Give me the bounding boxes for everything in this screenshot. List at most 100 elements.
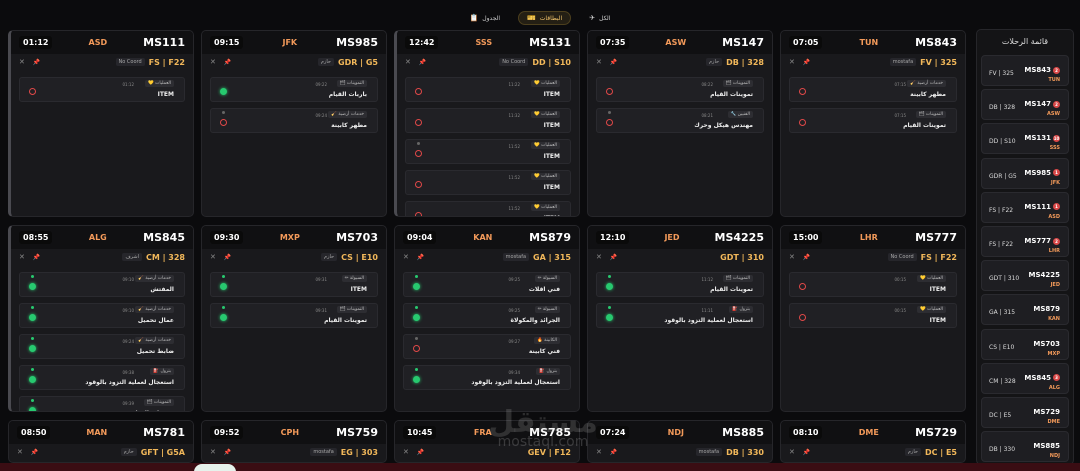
flight-card[interactable]: 07:35 ASW MS147 ✕ 📌 حازم DB | 328 08:22 🗂 التموي… — [587, 30, 773, 217]
flight-card[interactable]: 08:55 ALG MS845 ✕ 📌 اشرف CM | 328 09:10 🧹 خدمات … — [8, 225, 194, 412]
close-icon[interactable]: ✕ — [405, 58, 411, 66]
task-status-dot[interactable] — [413, 314, 420, 321]
sidebar-flight-item[interactable]: GDR | G5 MS985 1 JFK — [981, 157, 1069, 189]
close-icon[interactable]: ✕ — [19, 58, 25, 66]
flight-card[interactable]: 09:04 KAN MS879 ✕ 📌 mostafa GA | 315 09:25 ✏ الس… — [394, 225, 580, 412]
close-icon[interactable]: ✕ — [403, 253, 409, 261]
task-status-dot[interactable] — [413, 376, 420, 383]
close-icon[interactable]: ✕ — [596, 448, 602, 456]
pin-icon[interactable]: 📌 — [224, 254, 231, 261]
sidebar-flight-item[interactable]: DB | 330 MS885 NDJ — [981, 431, 1069, 463]
pin-icon[interactable]: 📌 — [419, 59, 426, 66]
close-icon[interactable]: ✕ — [210, 253, 216, 261]
pin-icon[interactable]: 📌 — [417, 449, 424, 456]
task-status-dot[interactable] — [415, 119, 422, 126]
task-row[interactable]: 09:10 🧹 خدمات أرضية المفتش — [19, 272, 185, 297]
close-icon[interactable]: ✕ — [403, 448, 409, 456]
pin-icon[interactable]: 📌 — [33, 254, 40, 261]
close-icon[interactable]: ✕ — [210, 448, 216, 456]
task-status-dot[interactable] — [799, 119, 806, 126]
task-row[interactable]: 09:38 ⛽ بترول استعجال لعملية التزود بالوقو… — [19, 365, 185, 390]
close-icon[interactable]: ✕ — [17, 448, 23, 456]
task-row[interactable]: 00:15 💛 العمليات ITEM — [789, 272, 957, 297]
pin-icon[interactable]: 📌 — [224, 449, 231, 456]
close-icon[interactable]: ✕ — [596, 253, 602, 261]
task-row[interactable]: 07:15 🗂 التموينات تموينات القيام — [789, 108, 957, 133]
close-icon[interactable]: ✕ — [596, 58, 602, 66]
sidebar-flight-item[interactable]: DC | E5 MS729 DME — [981, 397, 1069, 428]
pin-icon[interactable]: 📌 — [610, 254, 617, 261]
task-row[interactable]: 11:52 💛 العمليات ITEM — [405, 201, 571, 216]
pin-icon[interactable]: 📌 — [610, 449, 617, 456]
sidebar-flight-item[interactable]: FS | F22 MS777 2 LHR — [981, 226, 1069, 257]
task-status-dot[interactable] — [29, 88, 36, 95]
sidebar-flight-item[interactable]: CS | E10 MS703 MXP — [981, 328, 1069, 360]
pin-icon[interactable]: 📌 — [31, 449, 38, 456]
task-row[interactable]: 11:12 🗂 التموينات تموينات القيام — [596, 272, 764, 297]
task-row[interactable]: 09:10 🧹 خدمات أرضية عمال تحميل — [19, 303, 185, 328]
pin-icon[interactable]: 📌 — [803, 449, 810, 456]
sidebar-flight-item[interactable]: FV | 325 MS843 2 TUN — [981, 55, 1069, 86]
task-status-dot[interactable] — [413, 345, 420, 352]
task-status-dot[interactable] — [29, 283, 36, 290]
nav-tab-1[interactable]: 🎫 البطاقات — [518, 11, 572, 25]
task-row[interactable]: 11:22 💛 العمليات ITEM — [405, 77, 571, 102]
task-row[interactable]: 09:34 ⛽ بترول استعجال لعملية التزود بالوقو… — [403, 365, 571, 390]
pin-icon[interactable]: 📌 — [610, 59, 617, 66]
close-icon[interactable]: ✕ — [789, 253, 795, 261]
flight-card[interactable]: 01:12 ASD MS111 ✕ 📌 No Coord FS | F22 01:12 💛 ال… — [8, 30, 194, 217]
task-row[interactable]: 09:25 ✏ السيولة الجرائد والمكولاة — [403, 303, 571, 328]
flight-card[interactable]: 09:30 MXP MS703 ✕ 📌 حازم CS | E10 09:31 ✏ السيول… — [201, 225, 387, 412]
flight-card[interactable]: 15:00 LHR MS777 ✕ 📌 No Coord FS | F22 00:15 💛 ال… — [780, 225, 966, 412]
task-row[interactable]: 11:32 💛 العمليات ITEM — [405, 108, 571, 133]
flight-card[interactable]: 08:50 MAN MS781 ✕ 📌 حازم GFT | G5A — [8, 420, 194, 463]
task-row[interactable]: 11:11 ⛽ بترول استعجال لعملية التزود بالوقو… — [596, 303, 764, 328]
task-status-dot[interactable] — [606, 119, 613, 126]
task-status-dot[interactable] — [415, 212, 422, 216]
pin-icon[interactable]: 📌 — [224, 59, 231, 66]
task-row[interactable]: 09:22 🗂 التموينات باربات القيام — [210, 77, 378, 102]
task-row[interactable]: 08:22 🗂 التموينات تموينات القيام — [596, 77, 764, 102]
task-status-dot[interactable] — [415, 181, 422, 188]
close-icon[interactable]: ✕ — [19, 253, 25, 261]
task-status-dot[interactable] — [29, 376, 36, 383]
sidebar-flight-item[interactable]: DD | S10 MS131 10 SSS — [981, 123, 1069, 155]
task-status-dot[interactable] — [220, 283, 227, 290]
task-row[interactable]: 11:52 💛 العمليات ITEM — [405, 170, 571, 195]
task-status-dot[interactable] — [413, 283, 420, 290]
task-status-dot[interactable] — [606, 88, 613, 95]
sidebar-flight-item[interactable]: CM | 328 MS845 3 ALG — [981, 362, 1069, 394]
task-row[interactable]: 11:52 💛 العمليات ITEM — [405, 139, 571, 164]
task-status-dot[interactable] — [606, 283, 613, 290]
task-row[interactable]: 09:27 🔥 الكابينة فني كابينة — [403, 334, 571, 359]
task-row[interactable]: 09:24 🧹 خدمات أرضية ضابط تحميل — [19, 334, 185, 359]
close-icon[interactable]: ✕ — [789, 448, 795, 456]
flight-card[interactable]: 09:15 JFK MS985 ✕ 📌 حازم GDR | G5 09:22 🗂 التموي… — [201, 30, 387, 217]
pin-icon[interactable]: 📌 — [803, 59, 810, 66]
task-row[interactable]: 00:15 💛 العمليات ITEM — [789, 303, 957, 328]
task-status-dot[interactable] — [415, 88, 422, 95]
pin-icon[interactable]: 📌 — [803, 254, 810, 261]
nav-tab-2[interactable]: ✈ الكل — [581, 11, 618, 25]
sidebar-flight-item[interactable]: GA | 315 MS879 KAN — [981, 294, 1069, 326]
sidebar-flight-item[interactable]: GDT | 310 MS4225 JED — [981, 260, 1069, 292]
task-status-dot[interactable] — [29, 314, 36, 321]
task-status-dot[interactable] — [29, 345, 36, 352]
task-row[interactable]: 09:39 🗂 التموينات تموينات القيام — [19, 396, 185, 411]
flight-card[interactable]: 07:24 NDJ MS885 ✕ 📌 mostafa DB | 330 — [587, 420, 773, 463]
flight-card[interactable]: 10:45 FRA MS785 ✕ 📌 GEV | F12 — [394, 420, 580, 463]
sidebar-flight-item[interactable]: FS | F22 MS111 1 ASD — [981, 191, 1069, 223]
task-row[interactable]: 07:15 🧹 خدمات أرضية مطهر كابينة — [789, 77, 957, 102]
flight-card[interactable]: 09:52 CPH MS759 ✕ 📌 mostafa EG | 303 — [201, 420, 387, 463]
close-icon[interactable]: ✕ — [789, 58, 795, 66]
sidebar-flight-item[interactable]: DB | 328 MS147 2 ASW — [981, 89, 1069, 121]
task-status-dot[interactable] — [220, 314, 227, 321]
task-status-dot[interactable] — [29, 407, 36, 411]
task-status-dot[interactable] — [799, 283, 806, 290]
task-row[interactable]: 01:12 💛 العمليات ITEM — [19, 77, 185, 102]
flight-card[interactable]: 12:42 SSS MS131 ✕ 📌 No Coord DD | S10 11:22 💛 ال… — [394, 30, 580, 217]
pin-icon[interactable]: 📌 — [417, 254, 424, 261]
task-row[interactable]: 09:31 🗂 التموينات تموينات القيام — [210, 303, 378, 328]
task-row[interactable]: 09:31 ✏ السيولة ITEM — [210, 272, 378, 297]
task-row[interactable]: 08:21 🔧 الفنيين مهندس هيكل وحرك — [596, 108, 764, 133]
